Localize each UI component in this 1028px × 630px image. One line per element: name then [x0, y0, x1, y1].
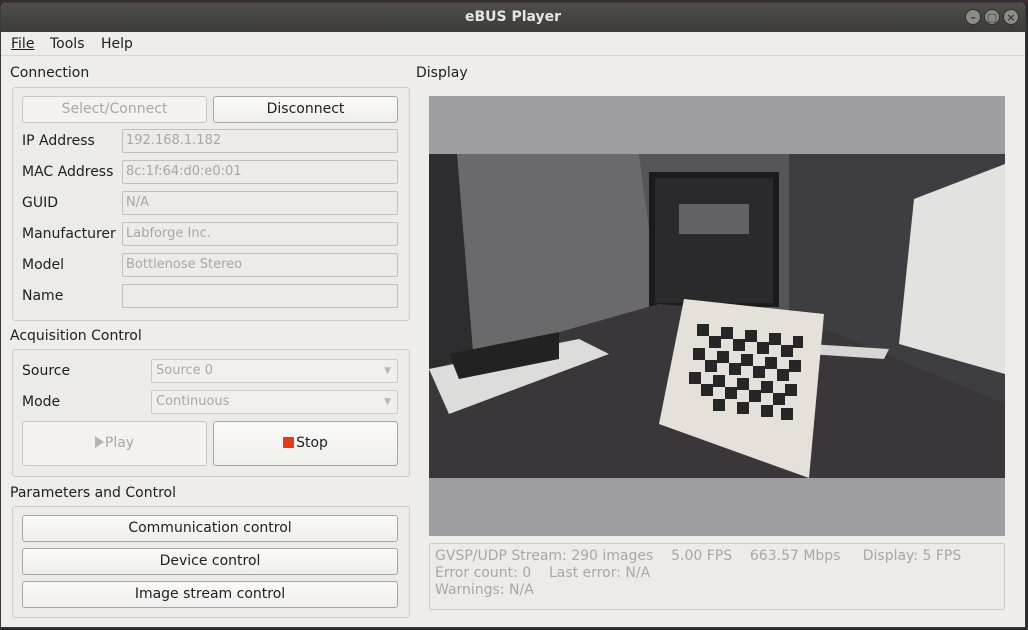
manufacturer-field[interactable]: Labforge Inc. — [122, 222, 398, 246]
device-control-button[interactable]: Device control — [22, 548, 398, 575]
chevron-down-icon: ▼ — [384, 397, 391, 407]
play-button[interactable]: Play — [22, 421, 207, 466]
play-icon — [94, 436, 104, 448]
mac-address-label: MAC Address — [22, 164, 114, 180]
camera-image — [429, 154, 1005, 478]
title-bar[interactable]: eBUS Player – □ × — [1, 3, 1025, 32]
ip-address-field[interactable]: 192.168.1.182 — [122, 129, 398, 153]
window-title: eBUS Player — [464, 9, 562, 25]
mode-label: Mode — [22, 394, 61, 410]
maximize-icon[interactable]: □ — [984, 9, 1000, 25]
display-title: Display — [416, 65, 468, 81]
window-controls: – □ × — [965, 9, 1019, 25]
menu-help[interactable]: Help — [101, 36, 133, 52]
mac-address-field[interactable]: 8c:1f:64:d0:e0:01 — [122, 160, 398, 184]
name-label: Name — [22, 288, 64, 304]
model-label: Model — [22, 257, 65, 273]
display-panel[interactable] — [429, 96, 1005, 536]
communication-control-button[interactable]: Communication control — [22, 515, 398, 542]
name-field[interactable] — [122, 284, 398, 308]
source-value: Source 0 — [156, 363, 214, 378]
warnings-stats: Warnings: N/A — [435, 582, 534, 598]
menu-tools[interactable]: Tools — [50, 36, 85, 52]
mode-select[interactable]: Continuous ▼ — [151, 390, 398, 414]
stream-stats: GVSP/UDP Stream: 290 images 5.00 FPS 663… — [435, 548, 962, 564]
menu-bar: File Tools Help — [1, 32, 1025, 56]
guid-label: GUID — [22, 195, 59, 211]
close-icon[interactable]: × — [1003, 9, 1019, 25]
error-stats: Error count: 0 Last error: N/A — [435, 565, 651, 581]
select-connect-button[interactable]: Select/Connect — [22, 96, 207, 123]
model-field[interactable]: Bottlenose Stereo — [122, 253, 398, 277]
source-label: Source — [22, 363, 71, 379]
stop-button[interactable]: Stop — [213, 421, 398, 466]
chevron-down-icon: ▼ — [384, 366, 391, 376]
ip-address-label: IP Address — [22, 133, 95, 149]
guid-field[interactable]: N/A — [122, 191, 398, 215]
stop-icon — [283, 437, 295, 448]
source-select[interactable]: Source 0 ▼ — [151, 359, 398, 383]
menu-file[interactable]: File — [11, 36, 34, 52]
stream-status: GVSP/UDP Stream: 290 images 5.00 FPS 663… — [429, 543, 1005, 610]
manufacturer-label: Manufacturer — [22, 226, 116, 242]
disconnect-button[interactable]: Disconnect — [213, 96, 398, 123]
parameters-title: Parameters and Control — [10, 485, 176, 501]
acquisition-title: Acquisition Control — [10, 328, 142, 344]
image-stream-control-button[interactable]: Image stream control — [22, 581, 398, 608]
app-window: eBUS Player – □ × File Tools Help Connec… — [0, 2, 1026, 628]
minimize-icon[interactable]: – — [965, 9, 981, 25]
mode-value: Continuous — [156, 394, 230, 409]
connection-title: Connection — [10, 65, 90, 81]
